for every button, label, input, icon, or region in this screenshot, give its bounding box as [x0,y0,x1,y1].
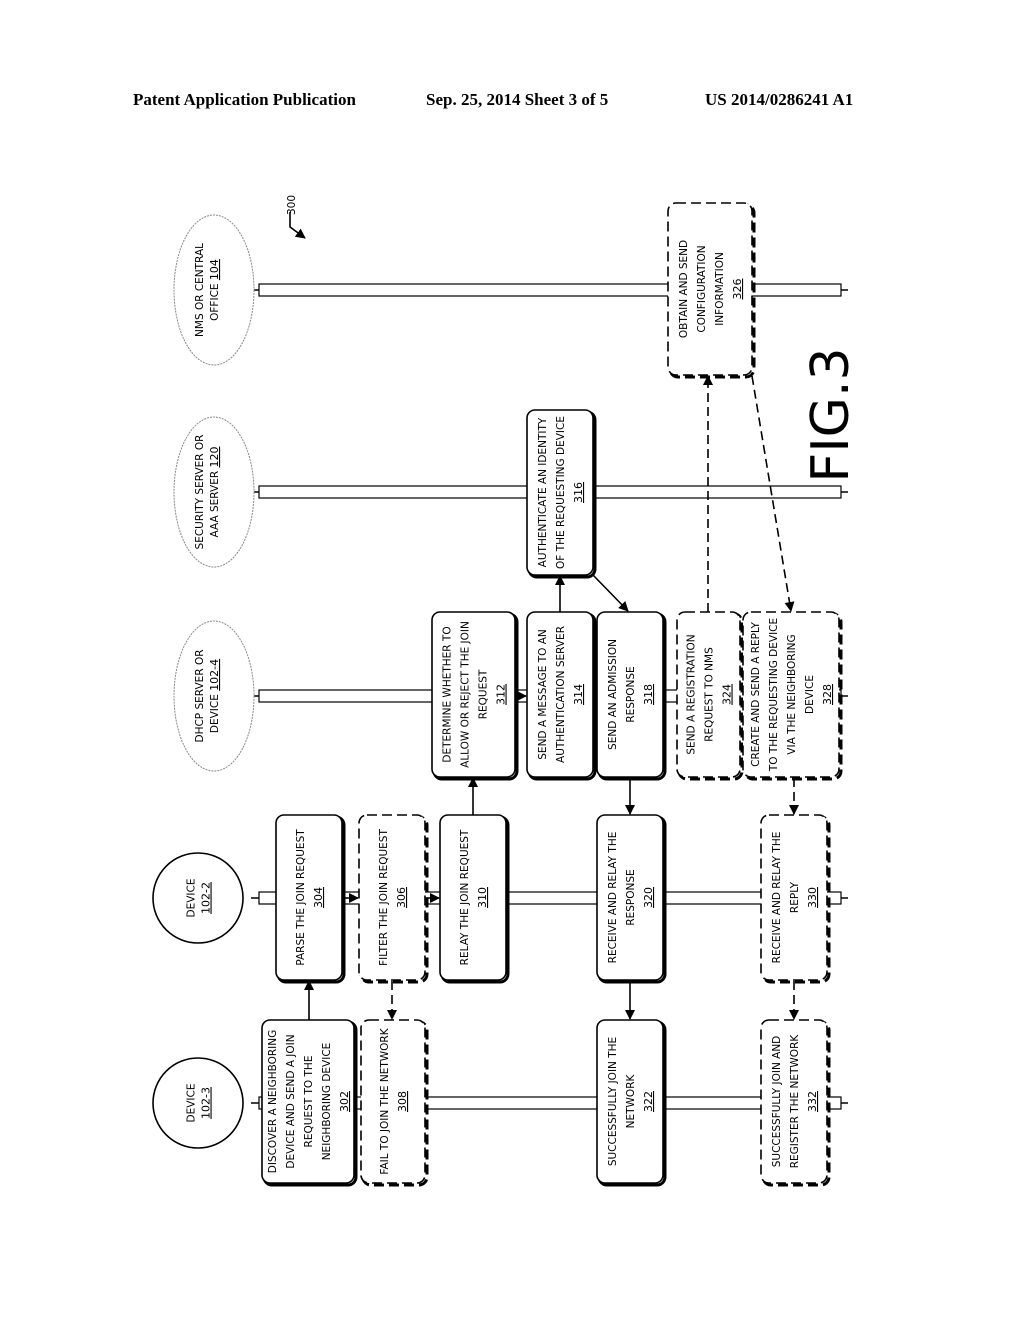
step-label: REGISTER THE NETWORK [789,1034,801,1169]
step-332: SUCCESSFULLY JOIN AND REGISTER THE NETWOR… [760,1019,831,1187]
step-ref: 320 [642,887,655,908]
entity-ref: 104 [208,259,221,280]
step-ref: 308 [396,1091,409,1112]
entity-dhcp-server: DHCP SERVER OR DEVICE 102-4 [173,620,255,772]
step-label: CREATE AND SEND A REPLY [750,622,762,767]
step-302: DISCOVER A NEIGHBORING DEVICE AND SEND A … [261,1019,358,1187]
step-label: RECEIVE AND RELAY THE [607,832,619,964]
step-label: REQUEST [478,669,490,719]
step-box [275,814,343,981]
step-label: AUTHENTICATION SERVER [555,626,567,763]
step-label: OBTAIN AND SEND [678,240,690,338]
step-label: RECEIVE AND RELAY THE [771,832,783,964]
step-label: AUTHENTICATE AN IDENTITY [537,417,549,567]
step-ref: 304 [312,887,325,908]
step-330: RECEIVE AND RELAY THE REPLY 330 [760,814,831,984]
step-328: CREATE AND SEND A REPLY TO THE REQUESTING… [742,611,843,781]
step-label: REQUEST TO THE [303,1056,315,1148]
entity-label: AAA SERVER 120 [208,447,221,538]
step-box [358,814,426,981]
step-ref: 310 [476,887,489,908]
step-ref: 306 [395,887,408,908]
entity-security-server: SECURITY SERVER OR AAA SERVER 120 [173,416,255,568]
step-label: DEVICE AND SEND A JOIN [285,1034,297,1168]
step-box [360,1019,426,1184]
step-label: DISCOVER A NEIGHBORING [267,1030,279,1174]
entity-ref: 102-3 [200,1087,213,1119]
step-ref: 326 [731,279,744,300]
step-304: PARSE THE JOIN REQUEST 304 [275,814,346,984]
step-label: VIA THE NEIGHBORING [786,634,798,754]
step-308: FAIL TO JOIN THE NETWORK 308 [360,1019,429,1187]
step-label: NEIGHBORING DEVICE [321,1043,333,1161]
step-ref: 328 [821,684,834,705]
step-324: SEND A REGISTRATION REQUEST TO NMS 324 [676,611,744,781]
step-label: ALLOW OR REJECT THE JOIN [460,621,472,768]
step-ref: 316 [572,482,585,503]
step-318: SEND AN ADMISSION RESPONSE 318 [596,611,667,781]
step-316: AUTHENTICATE AN IDENTITY OF THE REQUESTIN… [526,409,597,579]
step-label: REPLY [789,881,801,913]
step-label: OF THE REQUESTING DEVICE [555,416,567,569]
step-label: REQUEST TO NMS [704,647,716,742]
entity-circle [152,1057,244,1149]
entity-label: DEVICE 102-4 [208,659,221,733]
figure-reference: 300 [286,195,298,215]
step-label: SEND A MESSAGE TO AN [537,629,549,759]
step-ref: 330 [806,887,819,908]
step-326: OBTAIN AND SEND CONFIGURATION INFORMATION 3… [667,202,756,379]
step-label: NETWORK [625,1074,637,1129]
step-320: RECEIVE AND RELAY THE RESPONSE 320 [596,814,667,984]
step-ref: 302 [338,1091,351,1112]
step-label: DEVICE [804,675,816,714]
step-label: TO THE REQUESTING DEVICE [768,618,780,772]
entity-label: DEVICE [186,879,198,918]
step-label: INFORMATION [714,252,726,326]
figure-label-text: FIG.3 [801,347,861,482]
entity-label: DEVICE [186,1084,198,1123]
step-ref: 332 [806,1091,819,1112]
sequence-diagram: DISCOVER A NEIGHBORING DEVICE AND SEND A … [152,195,861,1187]
step-ref: 318 [642,684,655,705]
entity-device-102-2: DEVICE 102-2 [152,852,244,944]
step-322: SUCCESSFULLY JOIN THE NETWORK 322 [596,1019,667,1187]
step-label: DETERMINE WHETHER TO [442,626,454,762]
step-label: SEND AN ADMISSION [607,639,619,750]
entity-ref: 102-4 [208,659,221,691]
entity-ref: 102-2 [200,882,213,914]
step-label: FAIL TO JOIN THE NETWORK [379,1027,391,1174]
entity-label: DHCP SERVER OR [194,649,206,742]
step-label: SEND A REGISTRATION [686,634,698,754]
step-314: SEND A MESSAGE TO AN AUTHENTICATION SERVE… [526,611,597,781]
step-ref: 314 [572,684,585,705]
entity-circle [152,852,244,944]
step-ref: 322 [642,1091,655,1112]
step-label: CONFIGURATION [696,245,708,332]
figure-reference-number: 300 [286,195,298,215]
step-label: RESPONSE [625,869,637,925]
step-label: RESPONSE [625,666,637,722]
step-label: RELAY THE JOIN REQUEST [459,829,471,965]
step-label: PARSE THE JOIN REQUEST [295,829,307,966]
entity-ref: 120 [208,447,221,468]
step-box [439,814,507,981]
step-label: FILTER THE JOIN REQUEST [378,829,390,966]
figure-label: FIG.3 [801,347,861,482]
entity-device-102-3: DEVICE 102-3 [152,1057,244,1149]
step-312: DETERMINE WHETHER TO ALLOW OR REJECT THE … [431,611,519,781]
flow-arrow-316-318 [592,574,629,612]
entity-label: SECURITY SERVER OR [194,435,206,550]
step-306: FILTER THE JOIN REQUEST 306 [358,814,429,984]
step-label: SUCCESSFULLY JOIN THE [607,1037,619,1166]
entity-label: NMS OR CENTRAL [194,243,206,337]
entity-label: OFFICE 104 [208,259,221,321]
step-label: SUCCESSFULLY JOIN AND [771,1036,783,1168]
step-ref: 312 [495,684,508,705]
step-ref: 324 [721,684,734,705]
step-310: RELAY THE JOIN REQUEST 310 [439,814,510,984]
entity-nms: NMS OR CENTRAL OFFICE 104 [173,214,255,366]
